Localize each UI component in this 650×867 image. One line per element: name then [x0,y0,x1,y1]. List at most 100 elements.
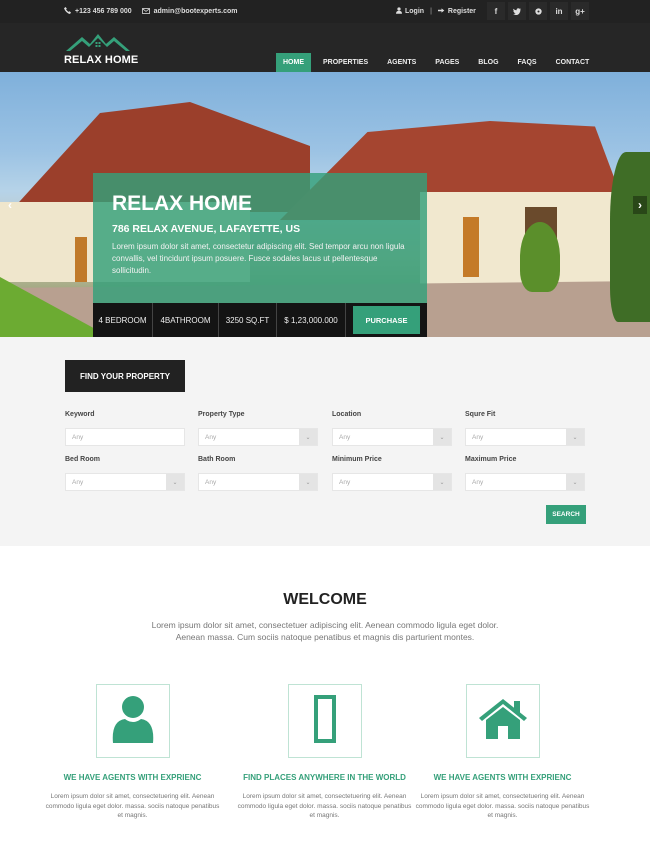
chevron-down-icon[interactable]: ⌄ [299,429,317,445]
top-bar: +123 456 789 000 admin@bootexperts.com L… [0,0,650,23]
bed-room-label: Bed Room [65,456,100,463]
email-address[interactable]: admin@bootexperts.com [154,8,238,15]
google-plus-icon[interactable]: g+ [571,2,589,20]
area-info: 3250 SQ.FT [219,303,277,337]
hero-slider: ‹ › RELAX HOME 786 RELAX AVENUE, LAFAYET… [0,72,650,337]
slider-prev-arrow[interactable]: ‹ [3,196,17,214]
feature-text: Lorem ipsum dolor sit amet, consectetuer… [415,793,590,819]
find-property-button[interactable]: FIND YOUR PROPERTY [65,360,185,392]
property-info-bar: 4 BEDROOM 4BATHROOM 3250 SQ.FT $ 1,23,00… [93,303,427,337]
hero-description: Lorem ipsum dolor sit amet, consectetur … [112,242,405,275]
bed-room-field: Bed Room Any ⌄ [65,456,185,491]
social-links: f in g+ [487,2,589,20]
square-feet-field: Squre Fit Any ⌄ [465,411,585,446]
login-label[interactable]: Login [405,8,424,15]
hero-address: 786 RELAX AVENUE, LAFAYETTE, US [112,223,301,235]
chevron-down-icon[interactable]: ⌄ [566,429,584,445]
logo-text: RELAX HOME [64,54,139,66]
bath-room-select[interactable]: Any ⌄ [198,473,318,491]
max-price-select[interactable]: Any ⌄ [465,473,585,491]
login-link[interactable]: Login [396,7,424,16]
main-header: RELAX HOME HOME PROPERTIES AGENTS PAGES … [0,23,650,72]
property-type-field: Property Type Any ⌄ [198,411,318,446]
location-field: Location Any ⌄ [332,411,452,446]
phone-number: +123 456 789 000 [75,8,132,15]
chevron-down-icon[interactable]: ⌄ [566,474,584,490]
max-price-label: Maximum Price [465,456,517,463]
property-type-label: Property Type [198,411,245,418]
twitter-icon[interactable] [508,2,526,20]
chevron-down-icon[interactable]: ⌄ [433,474,451,490]
feature-text: Lorem ipsum dolor sit amet, consectetuer… [237,793,412,819]
envelope-icon [141,7,150,16]
max-price-field: Maximum Price Any ⌄ [465,456,585,491]
min-price-field: Minimum Price Any ⌄ [332,456,452,491]
keyword-label: Keyword [65,411,95,418]
keyword-field: Keyword Any [65,411,185,446]
nav-home[interactable]: HOME [276,53,311,72]
price-info: $ 1,23,000.000 [277,303,346,337]
bedrooms-info: 4 BEDROOM [93,303,153,337]
min-price-value: Any [339,478,351,486]
nav-agents[interactable]: AGENTS [380,53,423,72]
chevron-down-icon[interactable]: ⌄ [433,429,451,445]
min-price-label: Minimum Price [332,456,382,463]
user-icon [111,695,155,748]
user-icon [396,7,402,16]
property-type-select[interactable]: Any ⌄ [198,428,318,446]
logo[interactable]: RELAX HOME [64,30,138,68]
nav-contact[interactable]: CONTACT [549,53,597,72]
sign-in-icon [437,7,445,16]
phone-item: +123 456 789 000 [64,7,132,16]
chevron-down-icon[interactable]: ⌄ [299,474,317,490]
location-label: Location [332,411,362,418]
hero-title: RELAX HOME [112,192,253,215]
keyword-input[interactable]: Any [65,428,185,446]
purchase-button[interactable]: PURCHASE [353,306,420,334]
feature-icon-box [465,684,540,758]
email-item[interactable]: admin@bootexperts.com [141,7,238,16]
welcome-text: Lorem ipsum dolor sit amet, consectetuer… [151,620,499,642]
auth-separator: | [430,8,432,15]
register-label[interactable]: Register [448,8,476,15]
nav-faqs[interactable]: FAQS [511,53,544,72]
register-link[interactable]: Register [437,7,476,16]
nav-properties[interactable]: PROPERTIES [316,53,375,72]
bath-room-field: Bath Room Any ⌄ [198,456,318,491]
map-placeholder-icon [313,694,336,748]
nav-pages[interactable]: PAGES [428,53,466,72]
bed-room-select[interactable]: Any ⌄ [65,473,185,491]
main-nav: HOME PROPERTIES AGENTS PAGES BLOG FAQS C… [276,53,601,72]
phone-icon [64,7,71,16]
keyword-placeholder: Any [72,433,84,441]
slider-next-arrow[interactable]: › [633,196,647,214]
feature-title: FIND PLACES ANYWHERE IN THE WORLD [243,773,406,782]
feature-text: Lorem ipsum dolor sit amet, consectetuer… [45,793,220,819]
square-feet-select[interactable]: Any ⌄ [465,428,585,446]
property-search: FIND YOUR PROPERTY Keyword Any Property … [0,337,650,546]
home-icon [478,698,528,745]
linkedin-icon[interactable]: in [550,2,568,20]
pinterest-icon[interactable] [529,2,547,20]
search-button[interactable]: SEARCH [546,505,586,524]
auth-links: Login | Register [396,0,476,23]
location-select[interactable]: Any ⌄ [332,428,452,446]
bed-room-value: Any [72,478,84,486]
feature-title: WE HAVE AGENTS WITH EXPRIENC [63,773,202,782]
square-feet-value: Any [472,433,484,441]
purchase-wrapper: PURCHASE [346,303,427,337]
feature-title: WE HAVE AGENTS WITH EXPRIENC [433,773,572,782]
bath-room-value: Any [205,478,217,486]
feature-icon-box [287,684,362,758]
welcome-title: WELCOME [283,591,367,608]
location-value: Any [339,433,351,441]
feature-icon-box [95,684,170,758]
min-price-select[interactable]: Any ⌄ [332,473,452,491]
chevron-down-icon[interactable]: ⌄ [166,474,184,490]
contact-info: +123 456 789 000 admin@bootexperts.com [64,0,237,23]
facebook-icon[interactable]: f [487,2,505,20]
max-price-value: Any [472,478,484,486]
bathrooms-info: 4BATHROOM [153,303,219,337]
hero-caption: RELAX HOME 786 RELAX AVENUE, LAFAYETTE, … [93,173,427,303]
nav-blog[interactable]: BLOG [471,53,505,72]
